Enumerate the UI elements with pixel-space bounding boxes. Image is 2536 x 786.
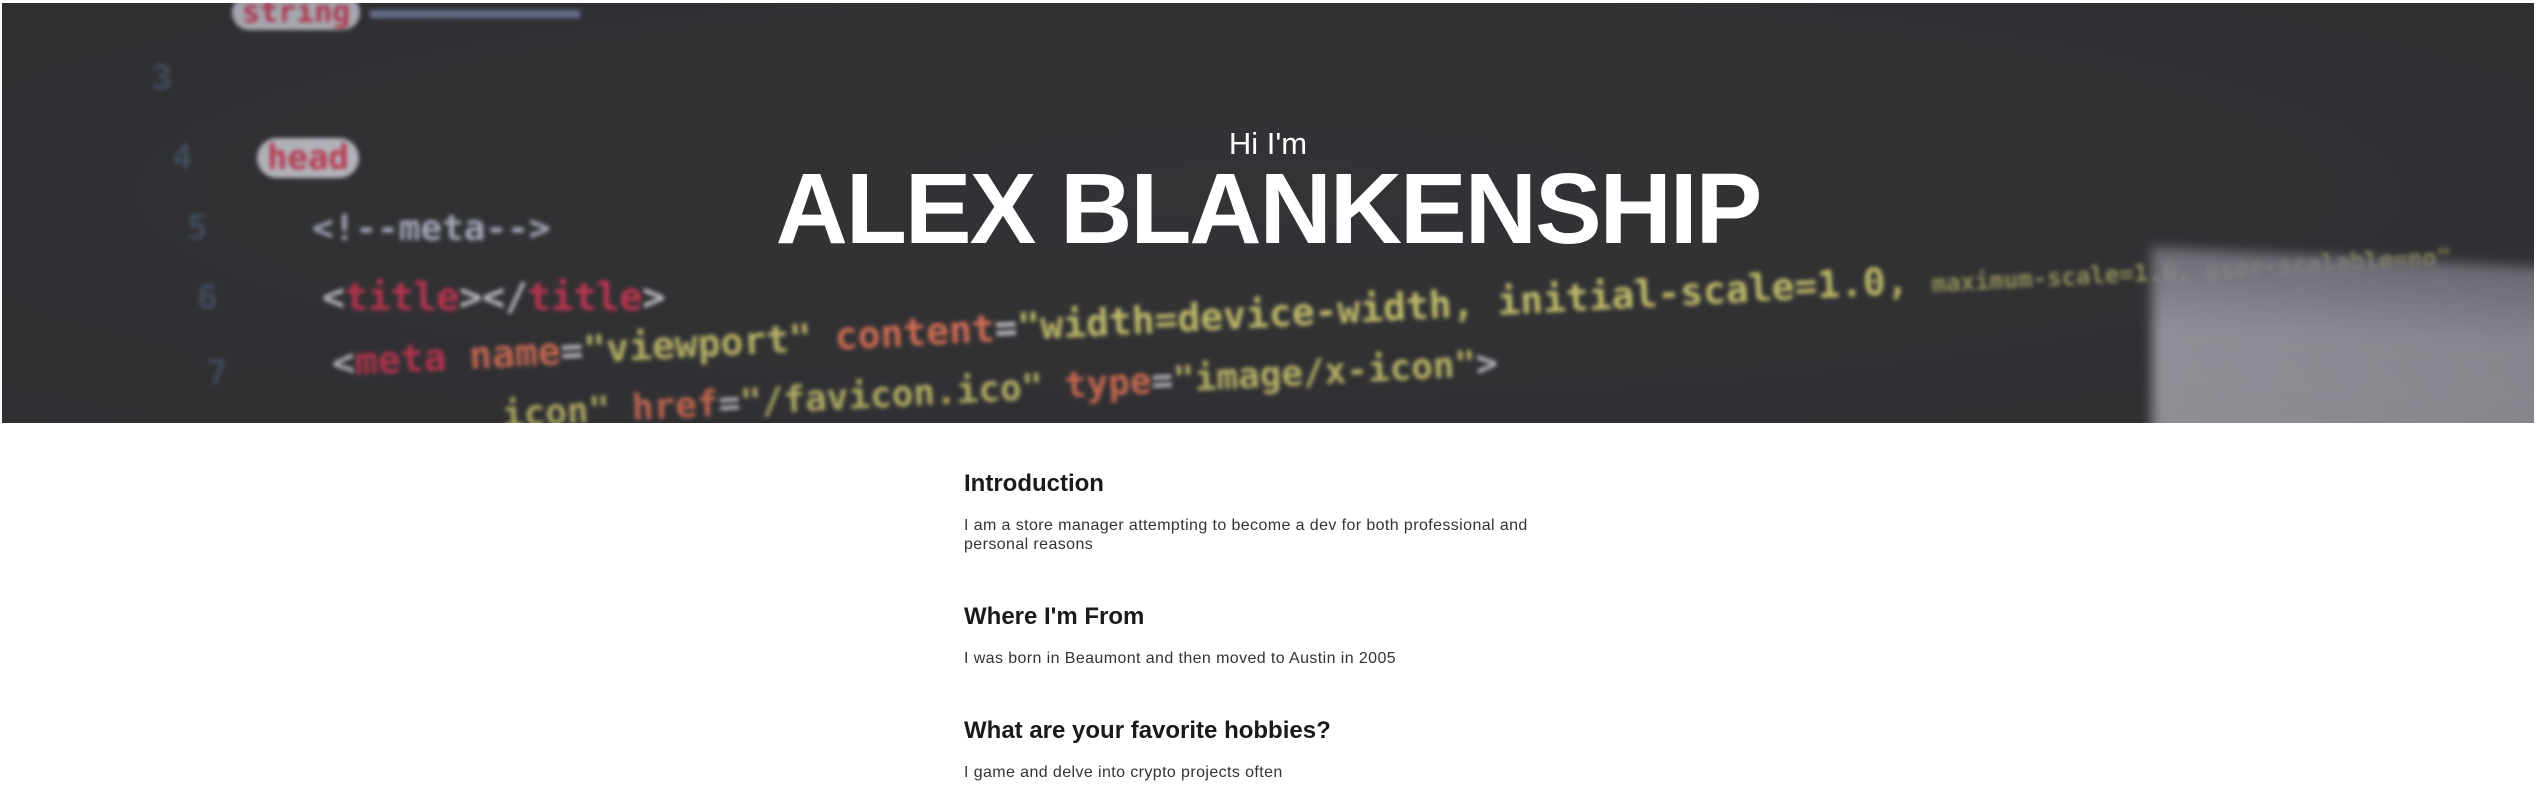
section-introduction: Introduction I am a store manager attemp… — [964, 470, 1604, 554]
section-body: I game and delve into crypto projects of… — [964, 764, 1283, 781]
section-heading: Introduction — [964, 470, 1104, 497]
hero-name: ALEX BLANKENSHIP — [775, 153, 1763, 265]
section-hobbies: What are your favorite hobbies? I game a… — [964, 717, 1604, 782]
section-body: I am a store manager attempting to becom… — [964, 517, 1528, 553]
section-where-from: Where I'm From I was born in Beaumont an… — [964, 603, 1604, 668]
section-heading: Where I'm From — [964, 603, 1145, 630]
section-body: I was born in Beaumont and then moved to… — [964, 650, 1397, 667]
section-heading: What are your favorite hobbies? — [964, 717, 1331, 744]
